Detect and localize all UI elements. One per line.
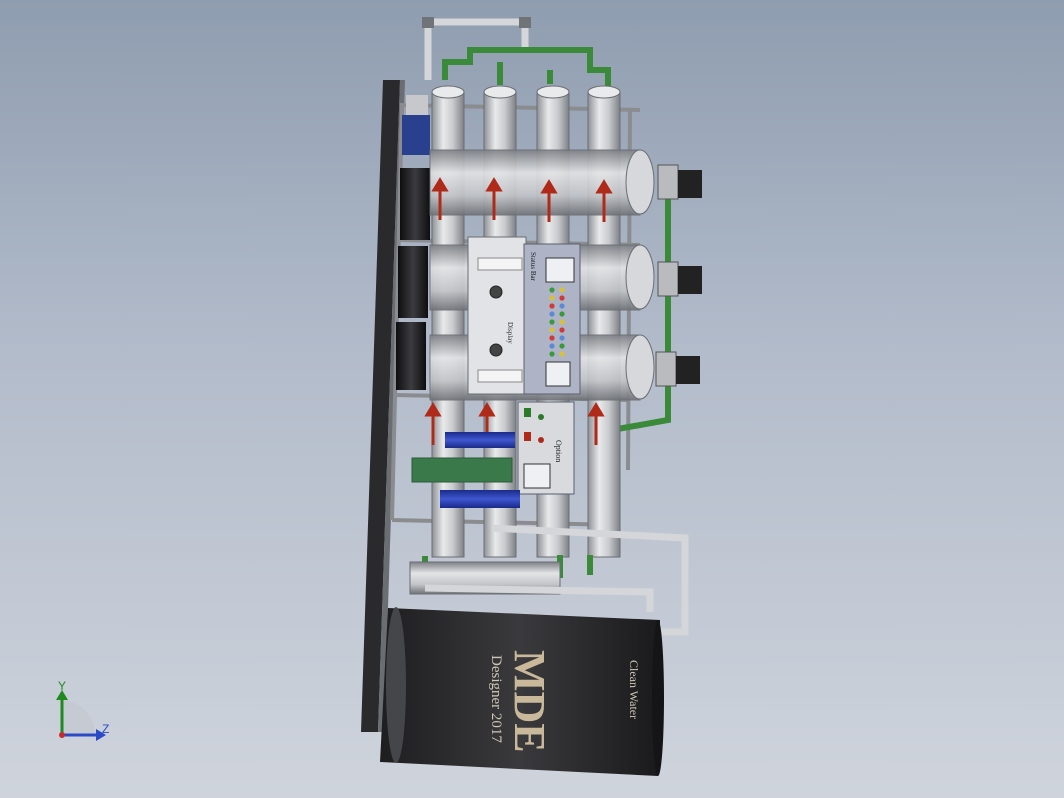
indicator-light	[559, 335, 565, 341]
indicator-light	[559, 287, 565, 293]
coordinate-triad: Y Z	[56, 679, 109, 741]
pressure-valves	[655, 164, 702, 387]
triad-y-label: Y	[58, 679, 66, 693]
triad-z-label: Z	[102, 722, 109, 736]
indicator-light	[549, 303, 555, 309]
tank-brand-label: MDE	[505, 650, 554, 753]
display-panel: Display	[467, 236, 527, 395]
indicator-light	[559, 295, 565, 301]
indicator-light	[549, 343, 555, 349]
green-pipe-top	[442, 47, 611, 88]
control-panel[interactable]: Status Bar	[523, 243, 581, 395]
tank-designer-label: Designer 2017	[488, 655, 504, 743]
indicator-light	[559, 303, 565, 309]
indicator-light	[549, 319, 555, 325]
indicator-light	[549, 327, 555, 333]
indicator-light	[549, 335, 555, 341]
indicator-light	[549, 295, 555, 301]
indicator-light	[559, 343, 565, 349]
indicator-light	[559, 311, 565, 317]
indicator-light	[549, 287, 555, 293]
indicator-light	[559, 327, 565, 333]
indicator-light	[559, 351, 565, 357]
option-panel[interactable]: Option	[517, 401, 575, 495]
cad-viewport[interactable]: Display Status Bar Option MDE Designer 2…	[0, 0, 1064, 798]
storage-tank: MDE Designer 2017 Clean Water	[380, 607, 664, 776]
indicator-light	[549, 351, 555, 357]
black-filter-housings	[396, 168, 430, 390]
cartridge-filters	[411, 432, 520, 508]
indicator-light	[559, 319, 565, 325]
control-panel-subtitle: Status Bar	[529, 252, 537, 282]
pump-motor	[402, 95, 430, 155]
option-panel-label: Option	[554, 440, 563, 462]
indicator-light	[549, 311, 555, 317]
display-panel-title: Display	[506, 322, 514, 344]
tank-product-label: Clean Water	[627, 660, 641, 719]
